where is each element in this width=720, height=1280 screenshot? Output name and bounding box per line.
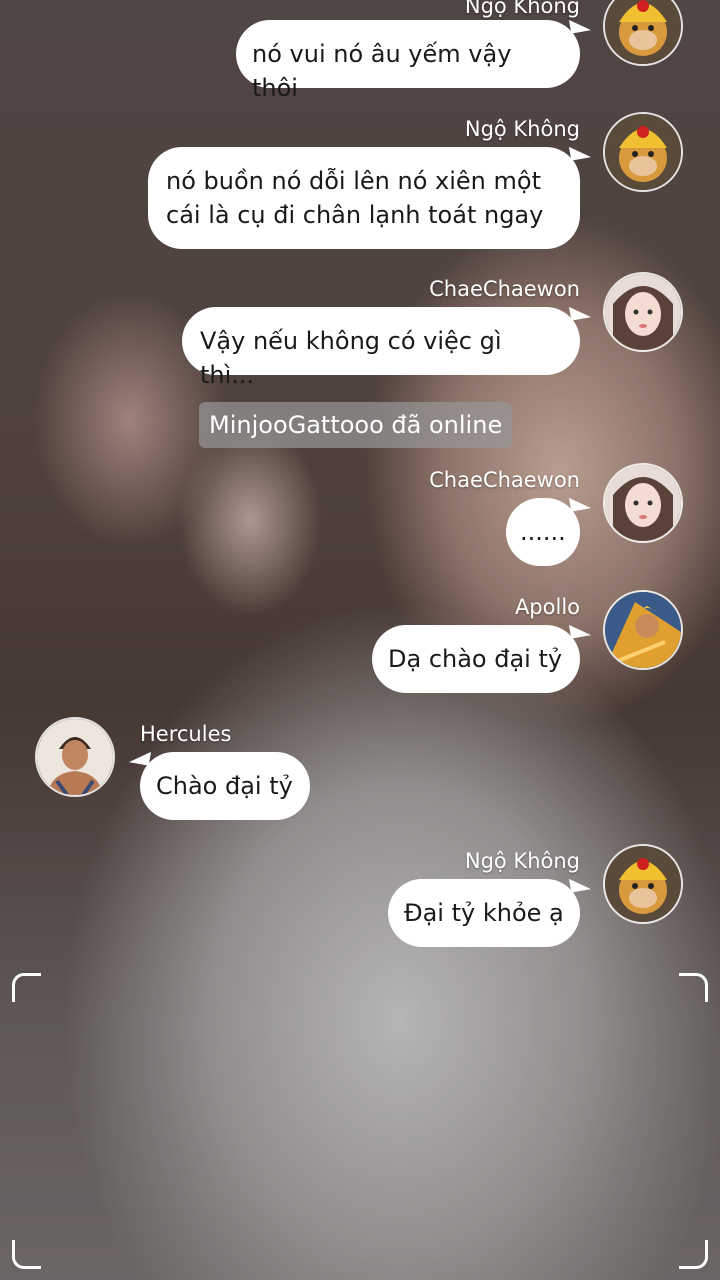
girl-avatar[interactable]: [603, 463, 683, 543]
chat-bubble: Đại tỷ khỏe ạ: [388, 879, 580, 947]
sender-name: Ngộ Không: [464, 0, 580, 18]
frame-corner-bottom-left: [12, 1240, 41, 1269]
warrior-avatar[interactable]: [603, 590, 683, 670]
frame-corner-bottom-right: [679, 1240, 708, 1269]
chat-bubble: Chào đại tỷ: [140, 752, 310, 820]
sender-name: ChaeChaewon: [429, 277, 580, 301]
frame-corner-top-left: [12, 973, 41, 1002]
chat-bubble: Dạ chào đại tỷ: [372, 625, 580, 693]
chat-bubble: Vậy nếu không có việc gì thì...: [182, 307, 580, 389]
sender-name: ChaeChaewon: [429, 468, 580, 492]
sender-name: Ngộ Không: [464, 117, 580, 141]
chat-bubble: nó vui nó âu yếm vậy thôi: [236, 20, 580, 102]
online-notice: MinjooGattooo đã online: [199, 402, 513, 448]
sender-name: Hercules: [140, 722, 232, 746]
sender-name: Ngộ Không: [464, 849, 580, 873]
chat-bubble: ......: [506, 498, 580, 566]
chat-bubble: nó buồn nó dỗi lên nó xiên một cái là cụ…: [148, 147, 580, 249]
sender-name: Apollo: [514, 595, 580, 619]
girl-avatar[interactable]: [603, 272, 683, 352]
monkey-king-avatar[interactable]: [603, 112, 683, 192]
hercules-avatar[interactable]: [35, 717, 115, 797]
frame-corner-top-right: [679, 973, 708, 1002]
monkey-king-avatar[interactable]: [603, 844, 683, 924]
